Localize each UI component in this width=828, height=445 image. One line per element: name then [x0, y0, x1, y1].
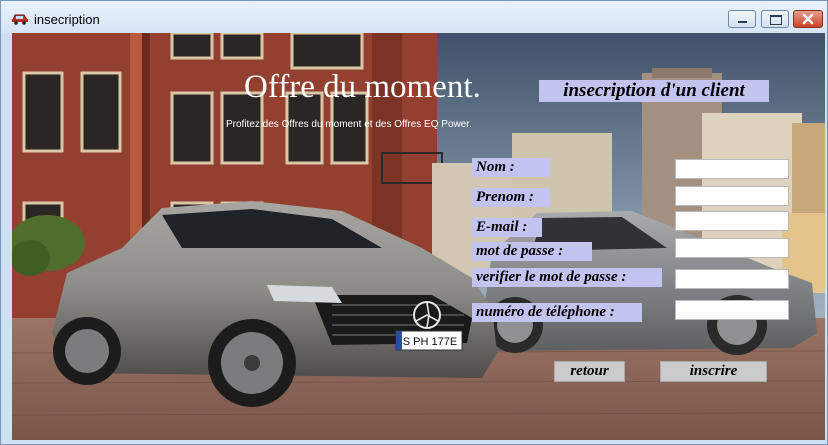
- license-plate-text: S PH 177E: [403, 336, 457, 348]
- nom-label: Nom :: [472, 158, 550, 177]
- confirm-password-label: verifier le mot de passe :: [472, 268, 662, 287]
- confirm-password-field[interactable]: [675, 269, 789, 289]
- phone-label: numéro de téléphone :: [472, 303, 642, 322]
- nom-field[interactable]: [675, 159, 789, 179]
- app-window: insecription S PH 177E Offre du moment. …: [0, 0, 828, 445]
- window-title: insecription: [34, 12, 100, 27]
- retour-button[interactable]: retour: [554, 361, 625, 382]
- phone-field[interactable]: [675, 300, 789, 320]
- car-icon: [12, 14, 28, 25]
- close-icon: [802, 13, 814, 25]
- close-button[interactable]: [793, 10, 823, 28]
- promo-headline: Offre du moment.: [244, 69, 481, 105]
- maximize-icon: [770, 15, 782, 25]
- promo-subline: Profitez des Offres du moment et des Off…: [226, 119, 472, 130]
- form-title: insecription d'un client: [539, 80, 769, 102]
- minimize-button[interactable]: [728, 10, 756, 28]
- maximize-button[interactable]: [761, 10, 789, 28]
- minimize-icon: [738, 21, 747, 23]
- password-field[interactable]: [675, 238, 789, 258]
- email-label: E-mail :: [472, 218, 542, 237]
- email-field[interactable]: [675, 211, 789, 231]
- title-bar[interactable]: insecription: [1, 1, 827, 33]
- prenom-field[interactable]: [675, 186, 789, 206]
- prenom-label: Prenom :: [472, 188, 550, 207]
- form-panel: S PH 177E Offre du moment. Profitez des …: [12, 33, 825, 440]
- password-label: mot de passe :: [472, 242, 592, 261]
- inscrire-button[interactable]: inscrire: [660, 361, 767, 382]
